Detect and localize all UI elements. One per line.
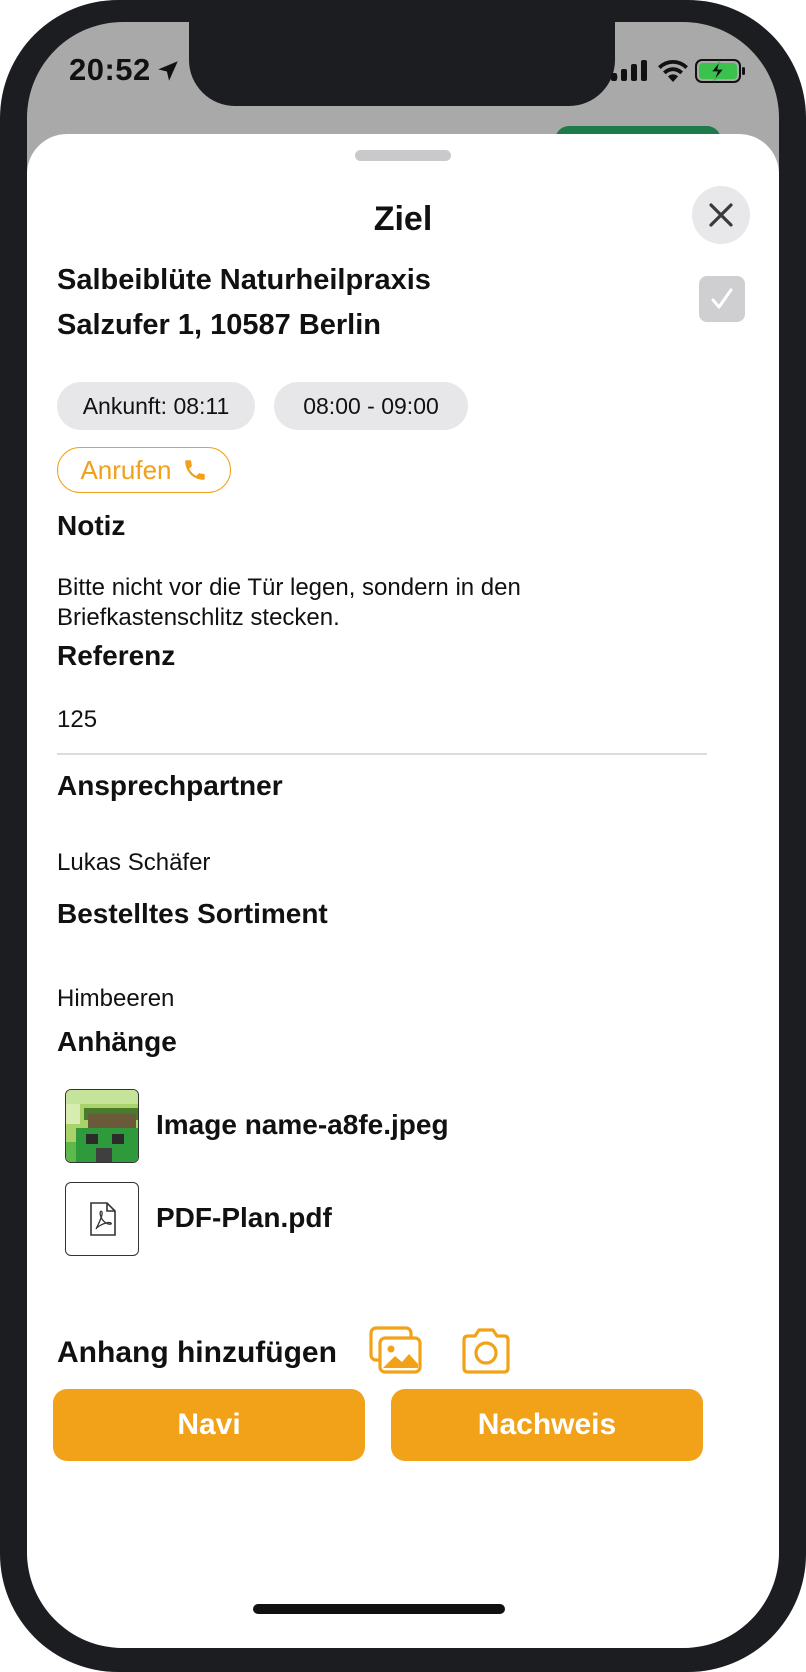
divider xyxy=(57,753,707,755)
assortment-heading: Bestelltes Sortiment xyxy=(57,898,328,929)
close-button[interactable] xyxy=(692,186,750,244)
phone-frame: 20:52 Ziel Salbeiblüte Naturheilpraxis S… xyxy=(0,0,806,1672)
navi-button[interactable]: Navi xyxy=(53,1389,365,1461)
reference-value: 125 xyxy=(57,706,98,733)
side-button-volume-down xyxy=(0,440,4,552)
done-checkbox[interactable] xyxy=(699,276,745,322)
destination-name: Salbeiblüte Naturheilpraxis xyxy=(57,264,431,296)
arrival-chip: Ankunft: 08:11 xyxy=(57,382,255,430)
image-thumbnail-icon xyxy=(66,1090,138,1162)
note-line-1: Bitte nicht vor die Tür legen, sondern i… xyxy=(57,574,521,601)
pdf-icon xyxy=(90,1202,116,1236)
call-button[interactable]: Anrufen xyxy=(57,447,231,493)
close-icon xyxy=(709,203,733,227)
image-attachment-thumbnail[interactable] xyxy=(65,1089,139,1163)
note-heading: Notiz xyxy=(57,510,126,541)
call-button-label: Anrufen xyxy=(80,454,172,485)
camera-icon[interactable] xyxy=(459,1326,513,1376)
attachments-heading: Anhänge xyxy=(57,1026,177,1057)
note-line-2: Briefkastenschlitz stecken. xyxy=(57,604,340,631)
home-indicator[interactable] xyxy=(253,1604,505,1614)
checkmark-icon xyxy=(711,288,733,309)
contact-value: Lukas Schäfer xyxy=(57,849,211,876)
cellular-signal-icon xyxy=(610,60,647,81)
status-time: 20:52 xyxy=(69,52,151,87)
time-window-chip: 08:00 - 09:00 xyxy=(274,382,468,430)
destination-address: Salzufer 1, 10587 Berlin xyxy=(57,309,381,341)
location-arrow-icon xyxy=(158,61,178,81)
image-attachment-name[interactable]: Image name-a8fe.jpeg xyxy=(156,1109,449,1141)
add-attachment-label: Anhang hinzufügen xyxy=(57,1336,337,1369)
pdf-attachment-name[interactable]: PDF-Plan.pdf xyxy=(156,1202,332,1234)
side-button-volume-up xyxy=(0,306,4,418)
phone-icon xyxy=(184,460,205,480)
wifi-icon xyxy=(658,59,688,82)
assortment-value: Himbeeren xyxy=(57,985,175,1012)
sheet-grabber[interactable] xyxy=(355,150,451,161)
pdf-attachment-thumbnail[interactable] xyxy=(65,1182,139,1256)
screen: 20:52 Ziel Salbeiblüte Naturheilpraxis S… xyxy=(27,22,779,1648)
destination-sheet: Ziel Salbeiblüte Naturheilpraxis Salzufe… xyxy=(27,134,779,1648)
photo-gallery-icon[interactable] xyxy=(369,1326,423,1376)
sheet-title: Ziel xyxy=(373,200,433,238)
notch xyxy=(189,22,615,106)
side-button-mute xyxy=(0,200,4,258)
contact-heading: Ansprechpartner xyxy=(57,770,283,801)
reference-heading: Referenz xyxy=(57,640,176,671)
battery-charging-icon xyxy=(695,59,745,83)
proof-button[interactable]: Nachweis xyxy=(391,1389,703,1461)
